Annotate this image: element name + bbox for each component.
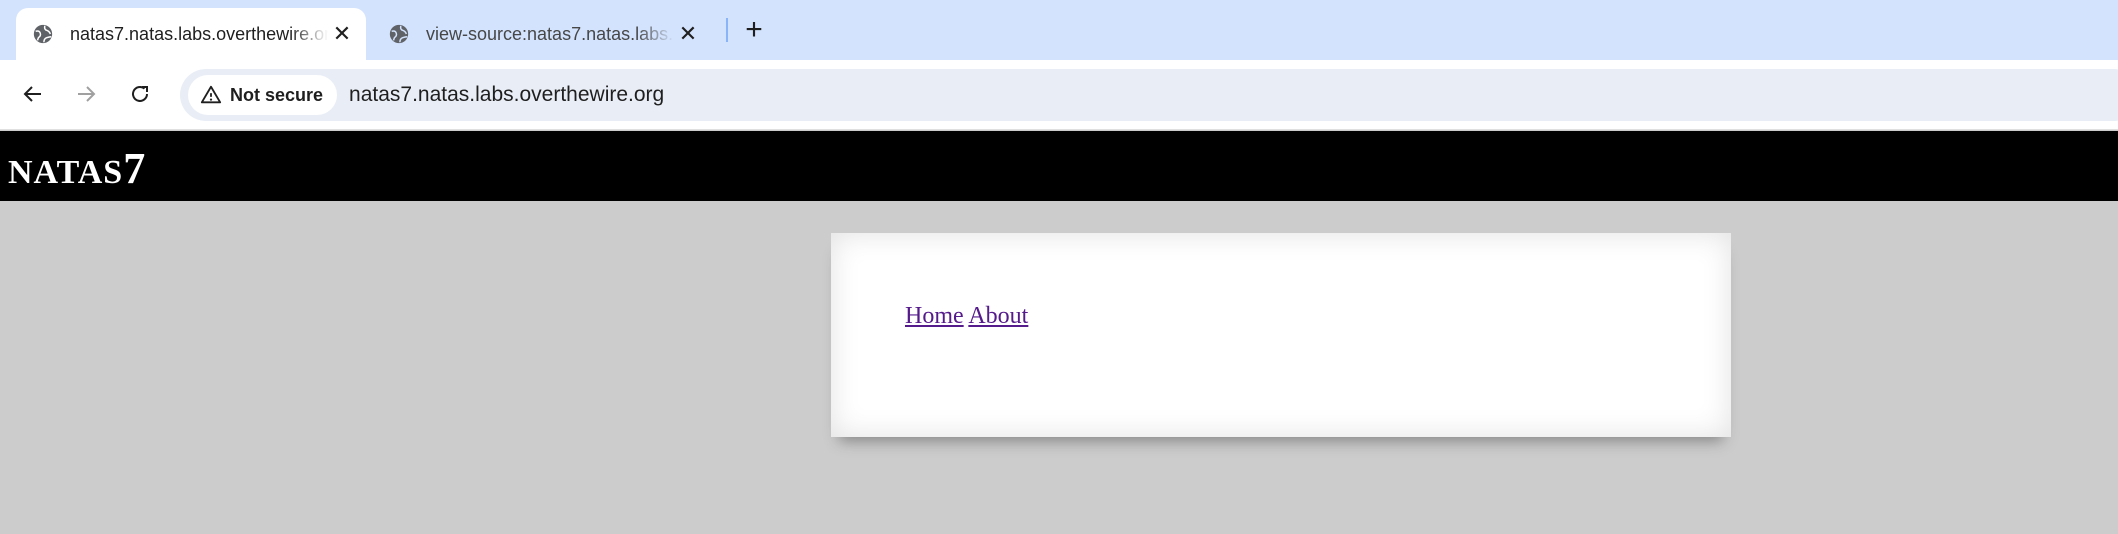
close-icon[interactable]: ✕ bbox=[328, 20, 356, 48]
tab-title: view-source:natas7.natas.labs.overthewir… bbox=[426, 23, 674, 44]
back-arrow-icon bbox=[23, 86, 41, 102]
back-button[interactable] bbox=[13, 74, 53, 114]
tab-title: natas7.natas.labs.overthewire.org bbox=[70, 23, 328, 44]
nav-links: Home About bbox=[905, 303, 1028, 330]
reload-button[interactable] bbox=[120, 74, 160, 114]
close-icon[interactable]: ✕ bbox=[674, 20, 702, 48]
tab-separator bbox=[726, 18, 728, 42]
forward-arrow-icon bbox=[78, 86, 96, 102]
site-title-number: 7 bbox=[123, 144, 146, 193]
about-link[interactable]: About bbox=[968, 303, 1028, 329]
security-indicator[interactable]: Not secure bbox=[188, 75, 338, 115]
page-viewport: NATAS7 Home About bbox=[0, 130, 2118, 534]
site-title-label: NATAS bbox=[8, 154, 124, 191]
plus-icon: + bbox=[745, 13, 763, 46]
site-title: NATAS7 bbox=[8, 143, 145, 194]
reload-icon bbox=[132, 85, 148, 102]
home-link[interactable]: Home bbox=[905, 303, 964, 329]
url-text[interactable]: natas7.natas.labs.overthewire.org bbox=[349, 83, 664, 107]
warning-icon bbox=[200, 85, 222, 104]
browser-toolbar: Not secure natas7.natas.labs.overthewire… bbox=[0, 60, 2118, 130]
content-box: Home About bbox=[831, 233, 1731, 437]
address-bar[interactable]: Not secure natas7.natas.labs.overthewire… bbox=[180, 69, 2118, 121]
site-header: NATAS7 bbox=[0, 131, 2118, 201]
tab-natas7[interactable]: natas7.natas.labs.overthewire.org ✕ bbox=[16, 8, 366, 60]
globe-icon bbox=[389, 24, 409, 44]
security-label: Not secure bbox=[230, 84, 324, 105]
tab-view-source[interactable]: view-source:natas7.natas.labs.overthewir… bbox=[372, 8, 712, 60]
new-tab-button[interactable]: + bbox=[738, 13, 770, 46]
tab-strip: natas7.natas.labs.overthewire.org ✕ view… bbox=[0, 0, 2118, 60]
globe-icon bbox=[33, 24, 53, 44]
forward-button[interactable] bbox=[66, 74, 106, 114]
